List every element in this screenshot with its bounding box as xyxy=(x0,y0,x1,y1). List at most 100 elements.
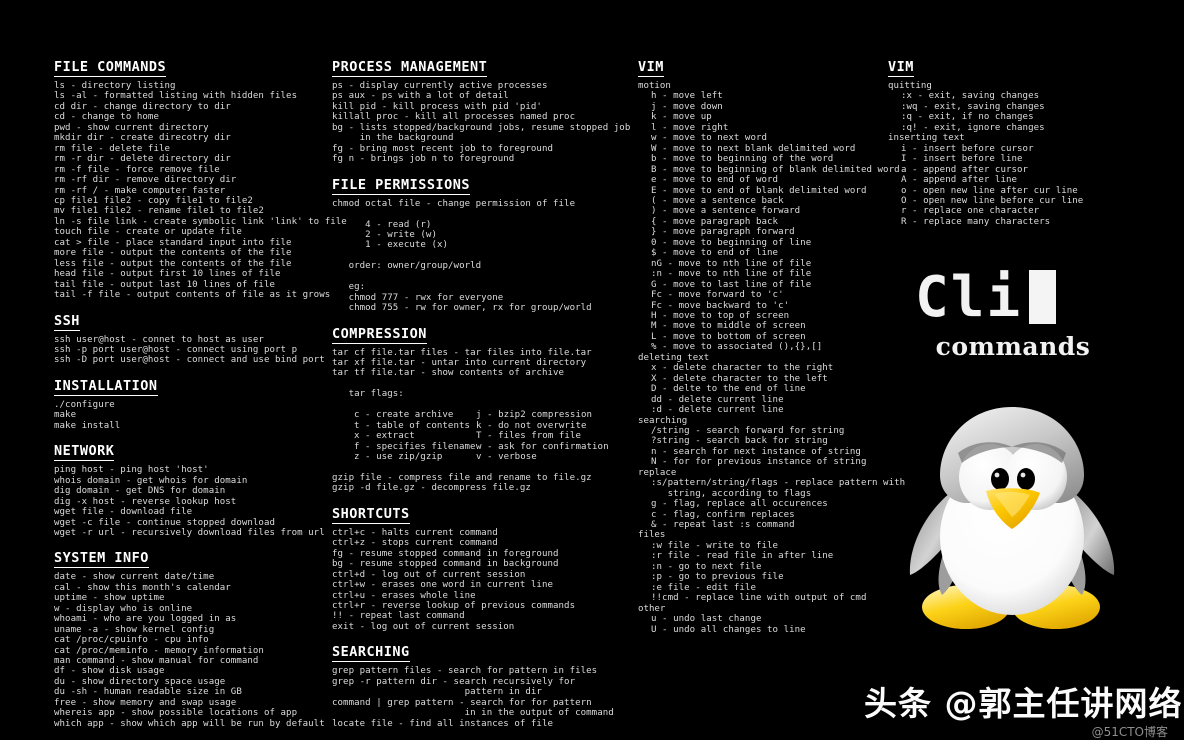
section: SEARCHING grep pattern files - search for… xyxy=(332,641,632,729)
section-heading: SHORTCUTS xyxy=(332,505,410,524)
vim-command-line: l - move right xyxy=(651,122,729,133)
vim-command-line: /string - search forward for string xyxy=(651,425,845,436)
vim-group-items: :w file - write to file:r file - read fi… xyxy=(638,541,886,604)
command-line: ./configure xyxy=(54,399,115,410)
vim-command-line: g - flag, replace all occurences xyxy=(651,499,828,510)
vim-command-line: k - move up xyxy=(651,112,712,123)
command-line: date - show current date/time xyxy=(54,572,215,583)
vim-group-label: quitting xyxy=(888,81,932,91)
command-line: tail -f file - output contents of file a… xyxy=(54,290,331,301)
tar-flags-left: c - create archive t - table of contents x… xyxy=(354,410,476,462)
section-heading: SSH xyxy=(54,312,80,331)
command-line: ctrl+z - stops current command xyxy=(332,538,498,549)
command-line: tar flags: xyxy=(332,389,404,400)
command-line: rm -r dir - delete directory dir xyxy=(54,154,231,165)
command-line: rm file - delete file xyxy=(54,143,171,154)
tux-eye-right xyxy=(1017,468,1035,490)
command-line: ssh -p port user@host - connect using po… xyxy=(54,344,298,355)
command-line xyxy=(332,209,632,219)
section-heading: FILE PERMISSIONS xyxy=(332,176,471,195)
section-heading: PROCESS MANAGEMENT xyxy=(332,59,488,77)
vim-command-line: M - move to middle of screen xyxy=(651,321,806,332)
cli-logo: Cli commands xyxy=(893,268,1133,380)
command-line: gzip file - compress file and rename to … xyxy=(332,472,592,483)
tux-eye-glint-right xyxy=(1020,472,1026,478)
vim-group-label: searching xyxy=(638,415,688,426)
vim-command-line: n - search for next instance of string xyxy=(651,446,861,457)
tar-flag: k - do not overwrite xyxy=(476,420,587,431)
tar-flag: j - bzip2 compression xyxy=(476,410,593,421)
command-line: dig -x host - reverse lookup host xyxy=(54,496,237,507)
watermark: 头条 @郭主任讲网络 @51CTO博客 xyxy=(864,686,1182,740)
command-line: ln -s file link - create symbolic link '… xyxy=(54,216,347,227)
command-line: make xyxy=(54,410,77,421)
vim-command-line: :e file - edit file xyxy=(651,582,756,593)
vim-group-label: replace xyxy=(638,467,677,478)
vim-group-label: files xyxy=(638,530,666,541)
vim-group-items: x - delete character to the right X - del… xyxy=(638,363,886,415)
block-cursor-icon xyxy=(1029,270,1057,324)
command-line xyxy=(332,272,632,282)
command-line: chmod octal file - change permission of … xyxy=(332,198,576,209)
tar-flag: v - verbose xyxy=(476,452,537,463)
vim-command-line: string, according to flags xyxy=(651,488,812,499)
vim-command-line: R - replace many characters xyxy=(901,216,1051,227)
section-heading: VIM xyxy=(638,59,664,77)
command-line: chmod 777 - rwx for everyone xyxy=(332,292,504,303)
column-process-management: PROCESS MANAGEMENT ps - display currently… xyxy=(332,56,632,738)
section: SSH ssh user@host - connet to host as use… xyxy=(54,310,326,366)
vim-command-line: I - insert before line xyxy=(901,154,1023,165)
vim-group-items: h - move left j - move down k - move up l -… xyxy=(638,91,900,352)
command-line: head file - output first 10 lines of fil… xyxy=(54,269,281,280)
vim-command-line: W - move to next blank delimited word xyxy=(651,143,856,154)
command-line: uptime - show uptime xyxy=(54,593,165,604)
command-line: rm -rf / - make computer faster xyxy=(54,185,226,196)
section: FILE COMMANDS ls - directory listing ls -a… xyxy=(54,56,347,301)
vim-command-line: E - move to end of blank delimited word xyxy=(651,185,867,196)
command-line: ssh -D port user@host - connect and use … xyxy=(54,355,325,366)
command-line: dig domain - get DNS for domain xyxy=(54,486,226,497)
vim-command-line: w - move to next word xyxy=(651,133,768,144)
command-line: ctrl+r - reverse lookup of previous comm… xyxy=(332,601,576,612)
column-file-commands: FILE COMMANDS ls - directory listing ls -a… xyxy=(54,56,347,738)
section: FILE PERMISSIONS chmod octal file - chang… xyxy=(332,174,632,314)
vim-command-line: r - replace one character xyxy=(901,206,1040,217)
vim-command-line: o - open new line after cur line xyxy=(901,185,1078,196)
command-line: tar xf file.tar - untar into current dir… xyxy=(332,358,587,369)
command-line: uname -a - show kernel config xyxy=(54,624,215,635)
vim-command-line: :p - go to previous file xyxy=(651,572,784,583)
command-line: du - show directory space usage xyxy=(54,676,226,687)
section: PROCESS MANAGEMENT ps - display currently… xyxy=(332,56,632,165)
command-line xyxy=(332,463,632,473)
command-line: pattern in dir xyxy=(332,687,542,698)
command-line: in in the output of command xyxy=(332,708,614,719)
section: VIM motion h - move left j - move down k - m… xyxy=(638,56,906,635)
vim-command-line: u - undo last change xyxy=(651,614,762,625)
vim-command-line: X - delete character to the left xyxy=(651,373,828,384)
command-line: cp file1 file2 - copy file1 to file2 xyxy=(54,195,253,206)
tux-eye-glint-left xyxy=(994,472,1000,478)
vim-command-line: x - delete character to the right xyxy=(651,363,834,374)
command-line: locate file - find all instances of file xyxy=(332,718,553,729)
command-line: in the background xyxy=(332,133,454,144)
tar-flags-table: c - create archive t - table of contents x… xyxy=(332,410,632,462)
tux-eye-left xyxy=(991,468,1009,490)
vim-command-line: e - move to end of word xyxy=(651,175,779,186)
section: INSTALLATION ./configure make make install xyxy=(54,375,326,431)
vim-command-line: i - insert before cursor xyxy=(901,143,1034,154)
vim-command-line: U - undo all changes to line xyxy=(651,624,806,635)
vim-command-line: H - move to top of screen xyxy=(651,310,790,321)
section-heading: SEARCHING xyxy=(332,644,410,663)
command-line: wget -c file - continue stopped download xyxy=(54,517,275,528)
vim-command-line: ( - move a sentence back xyxy=(651,195,784,206)
logo-word-row: Cli xyxy=(893,268,1133,328)
command-line: du -sh - human readable size in GB xyxy=(54,687,242,698)
command-line: w - display who is online xyxy=(54,603,193,614)
vim-command-line: O - open new line before cur line xyxy=(901,195,1084,206)
command-line xyxy=(332,400,632,410)
command-line: eg: xyxy=(332,282,366,293)
vim-group-items: u - undo last change U - undo all changes… xyxy=(638,614,886,635)
command-line: ping host - ping host 'host' xyxy=(54,465,209,476)
vim-command-line: :s/pattern/string/flags - replace patter… xyxy=(651,478,906,489)
command-line: bg - resume stopped command in backgroun… xyxy=(332,559,559,570)
